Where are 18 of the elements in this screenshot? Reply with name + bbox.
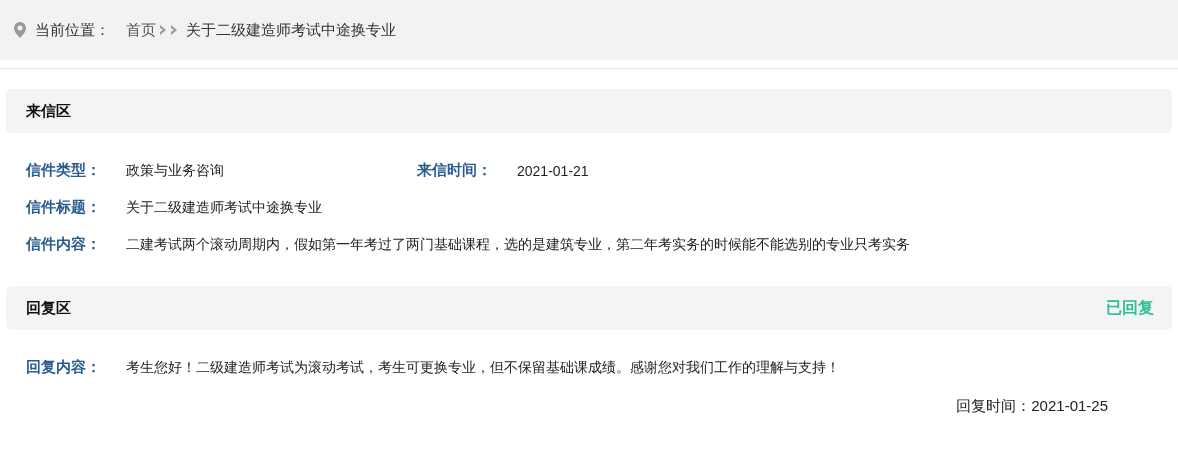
field-value: 二建考试两个滚动周期内，假如第一年考过了两门基础课程，选的是建筑专业，第二年考实务的时候能不能选别的专业只考实务: [126, 235, 910, 254]
field-value: 政策与业务咨询: [126, 161, 224, 180]
breadcrumb-current: 关于二级建造师考试中途换专业: [186, 20, 396, 40]
location-pin-icon: [14, 22, 26, 38]
breadcrumb-link[interactable]: 首页: [126, 20, 156, 40]
reply-time: 回复时间：2021-01-25: [956, 397, 1108, 416]
section-title: 来信区: [26, 101, 71, 121]
field-label: 回复内容：: [26, 358, 102, 377]
breadcrumb-label: 当前位置：: [35, 20, 110, 40]
field-value: 考生您好！二级建造师考试为滚动考试，考生可更换专业，但不保留基础课成绩。感谢您对我们工作的理解与支持！: [126, 358, 840, 377]
reply-status: 已回复: [1106, 297, 1154, 318]
section-title: 回复区: [26, 298, 71, 318]
field-label: 信件类型：: [26, 161, 102, 180]
field-label: 信件标题：: [26, 198, 102, 217]
field-value: 2021-01-21: [517, 162, 589, 179]
field-value: 关于二级建造师考试中途换专业: [126, 198, 322, 217]
field-label: 来信时间：: [417, 161, 493, 180]
field-label: 信件内容：: [26, 235, 102, 254]
